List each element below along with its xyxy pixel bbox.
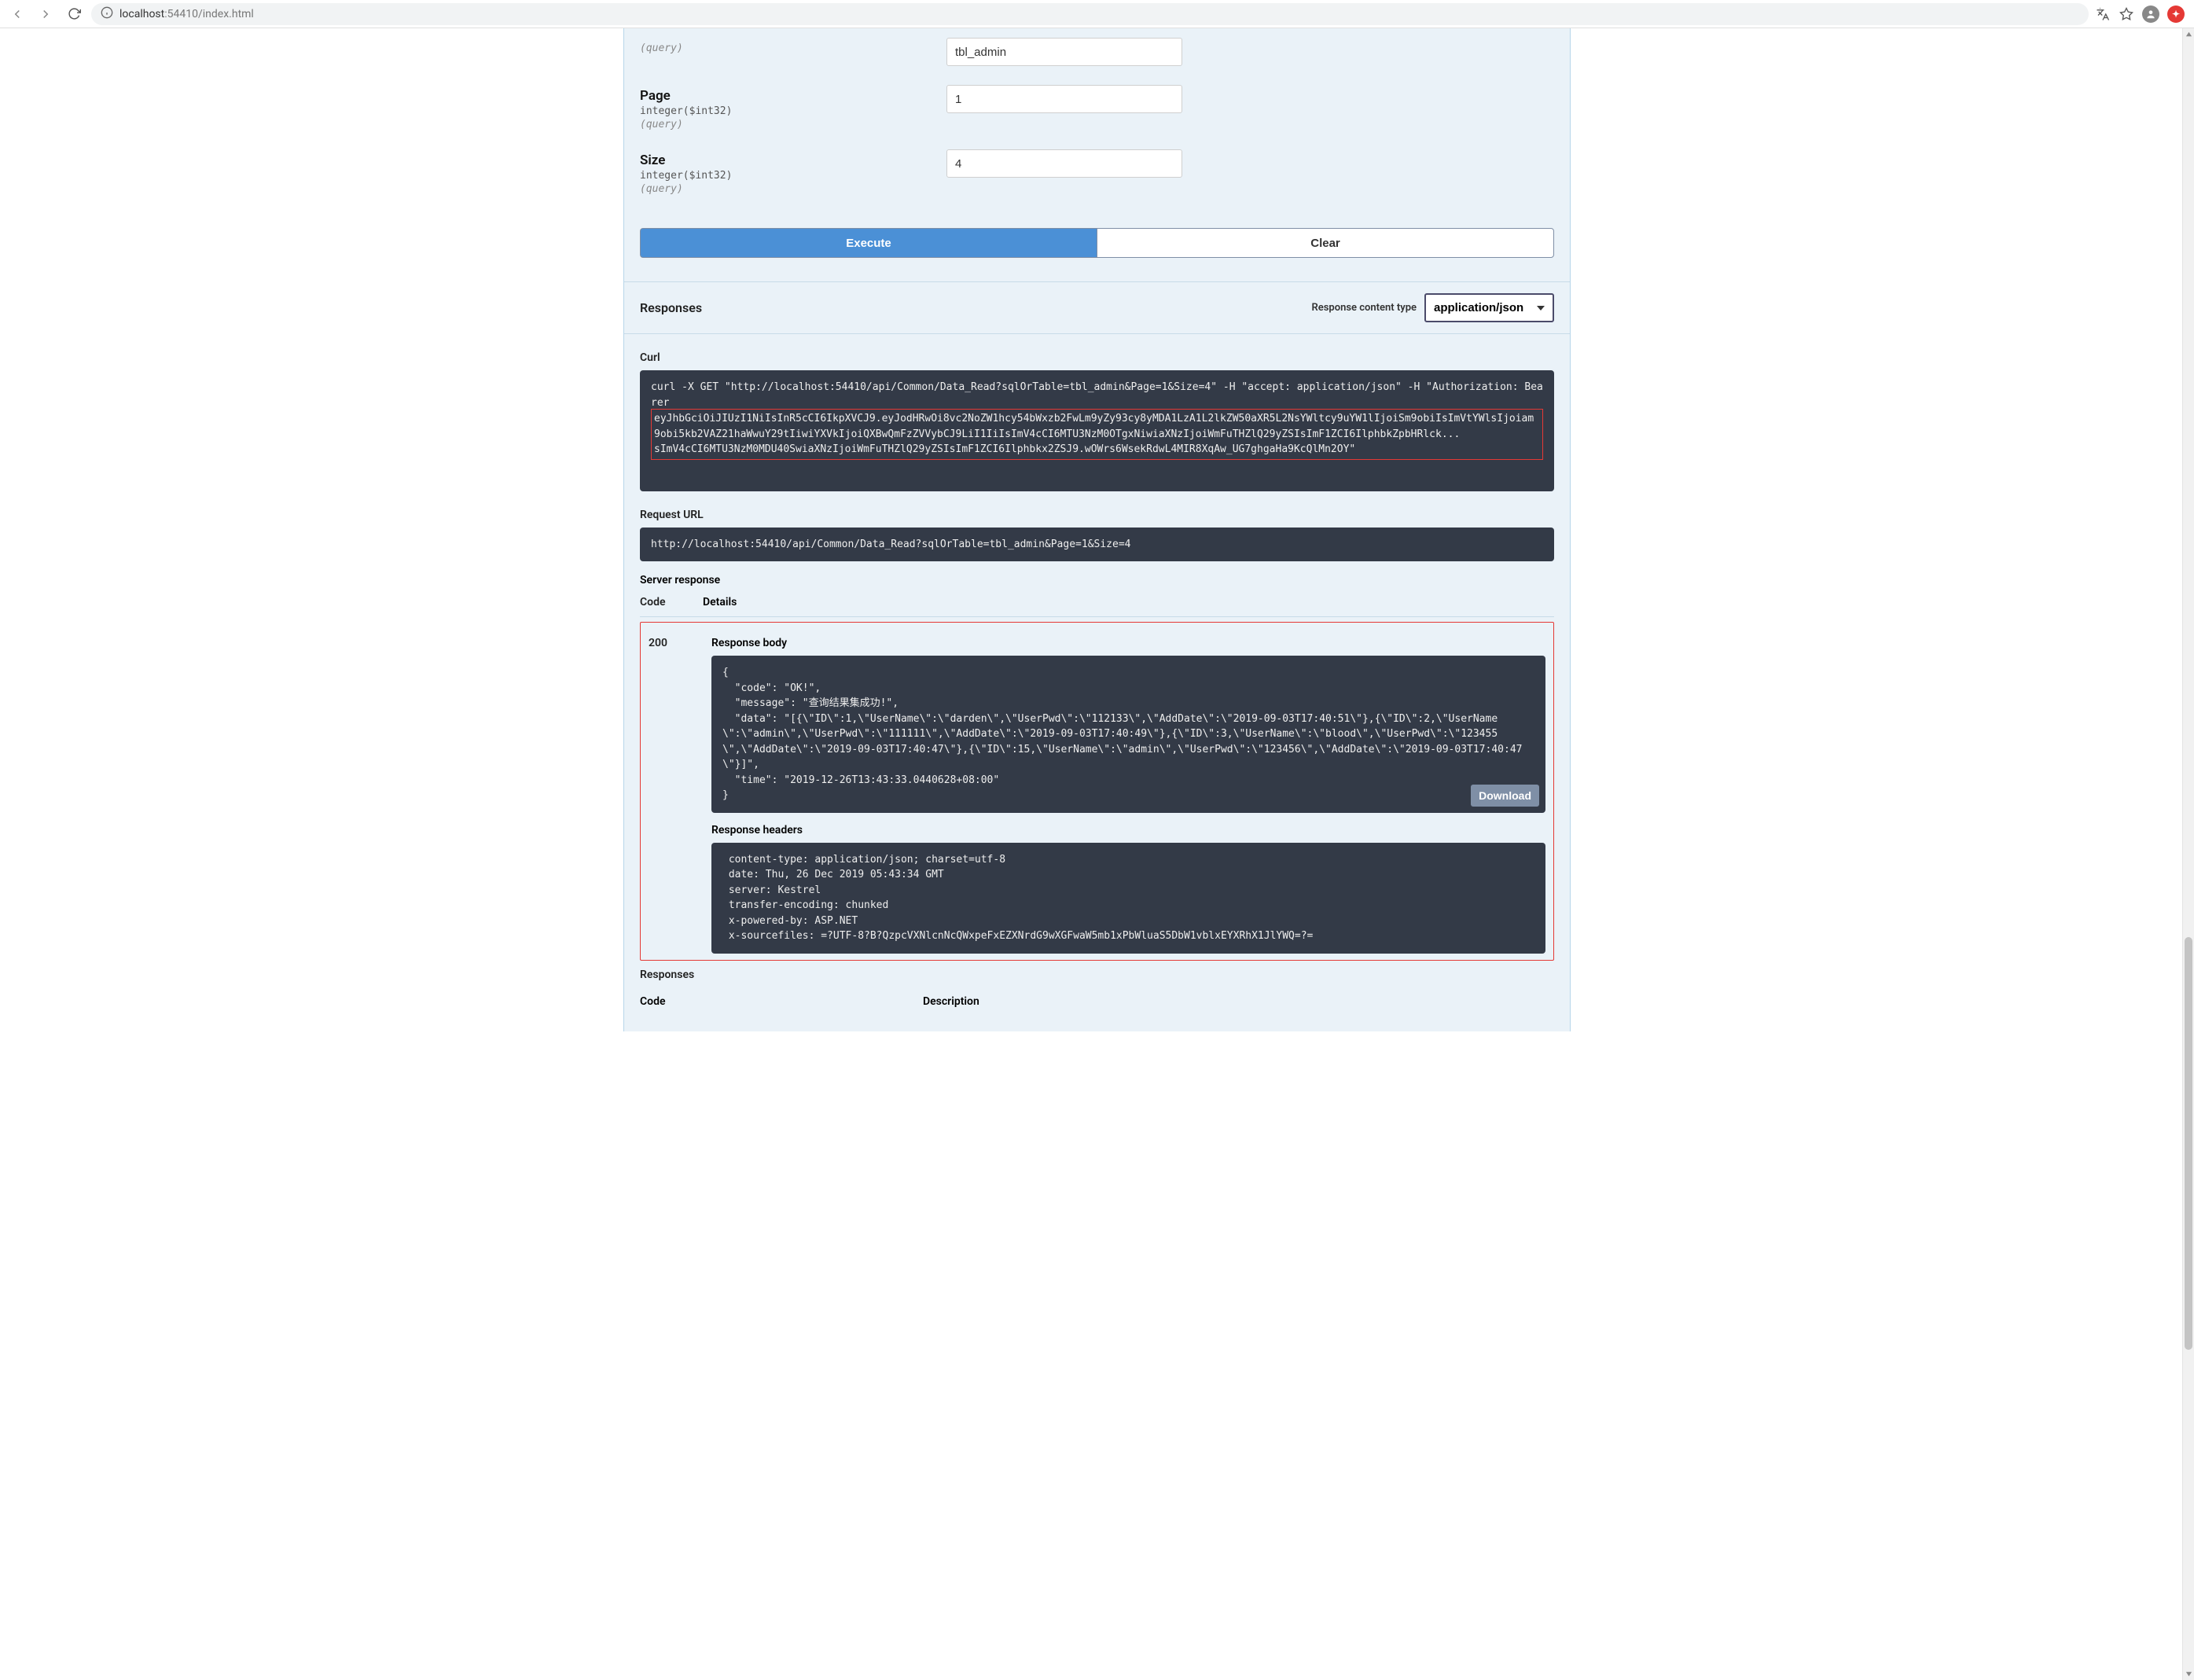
url-port: :54410 [164, 8, 198, 20]
bookmark-star-icon[interactable] [2119, 6, 2134, 22]
back-button[interactable] [6, 3, 28, 25]
param-row-size: Size integer($int32) (query) [640, 140, 1554, 204]
param-in: (query) [640, 119, 946, 131]
param-type: integer($int32) [640, 170, 946, 182]
param-name: Size [640, 153, 946, 168]
reload-button[interactable] [63, 3, 85, 25]
url-path: /index.html [198, 8, 254, 20]
curl-block[interactable]: curl -X GET "http://localhost:54410/api/… [640, 370, 1554, 491]
param-name: Page [640, 88, 946, 104]
param-row-page: Page integer($int32) (query) [640, 75, 1554, 140]
translate-icon[interactable] [2095, 6, 2111, 22]
browser-toolbar: localhost:54410/index.html ✦ [0, 0, 2194, 28]
download-button[interactable]: Download [1471, 785, 1539, 807]
curl-label: Curl [640, 351, 1554, 364]
request-url-block[interactable]: http://localhost:54410/api/Common/Data_R… [640, 528, 1554, 562]
address-bar[interactable]: localhost:54410/index.html [91, 3, 2089, 25]
extension-icon[interactable]: ✦ [2167, 6, 2185, 23]
param-row-0: (query) [640, 28, 1554, 75]
param-input-sqlortable[interactable] [946, 38, 1182, 66]
site-info-icon[interactable] [101, 6, 113, 22]
responses-label-2: Responses [640, 969, 1554, 981]
forward-button[interactable] [35, 3, 57, 25]
curl-highlight: eyJhbGciOiJIUzI1NiIsInR5cCI6IkpXVCJ9.eyJ… [651, 409, 1543, 460]
code-header-2: Code [640, 991, 923, 1013]
response-body-block[interactable]: { "code": "OK!", "message": "查询结果集成功!", … [711, 656, 1545, 813]
profile-avatar-icon[interactable] [2142, 6, 2159, 23]
response-highlight-box: 200 Response body { "code": "OK!", "mess… [640, 622, 1554, 961]
details-header: Details [703, 591, 1554, 617]
code-header: Code [640, 591, 703, 617]
param-input-page[interactable] [946, 85, 1182, 113]
url-host: localhost [119, 8, 164, 20]
response-headers-label: Response headers [711, 824, 1545, 836]
param-type: integer($int32) [640, 105, 946, 117]
response-headers-block[interactable]: content-type: application/json; charset=… [711, 843, 1545, 954]
description-header: Description [923, 991, 1554, 1013]
vertical-scrollbar[interactable] [2182, 28, 2194, 1680]
param-input-size[interactable] [946, 149, 1182, 178]
param-in: (query) [640, 183, 946, 195]
request-url-label: Request URL [640, 509, 1554, 521]
status-code: 200 [649, 634, 711, 954]
scroll-up-arrow-icon[interactable] [2183, 28, 2194, 40]
clear-button[interactable]: Clear [1097, 228, 1554, 258]
response-body-label: Response body [711, 637, 1545, 649]
responses-heading: Responses [640, 300, 702, 315]
scrollbar-thumb[interactable] [2185, 937, 2192, 1350]
content-type-select[interactable]: application/json [1424, 293, 1554, 322]
scroll-down-arrow-icon[interactable] [2183, 1668, 2194, 1680]
server-response-label: Server response [640, 574, 1554, 586]
execute-button[interactable]: Execute [640, 228, 1097, 258]
content-type-label: Response content type [1311, 302, 1417, 314]
param-in: (query) [640, 42, 946, 54]
